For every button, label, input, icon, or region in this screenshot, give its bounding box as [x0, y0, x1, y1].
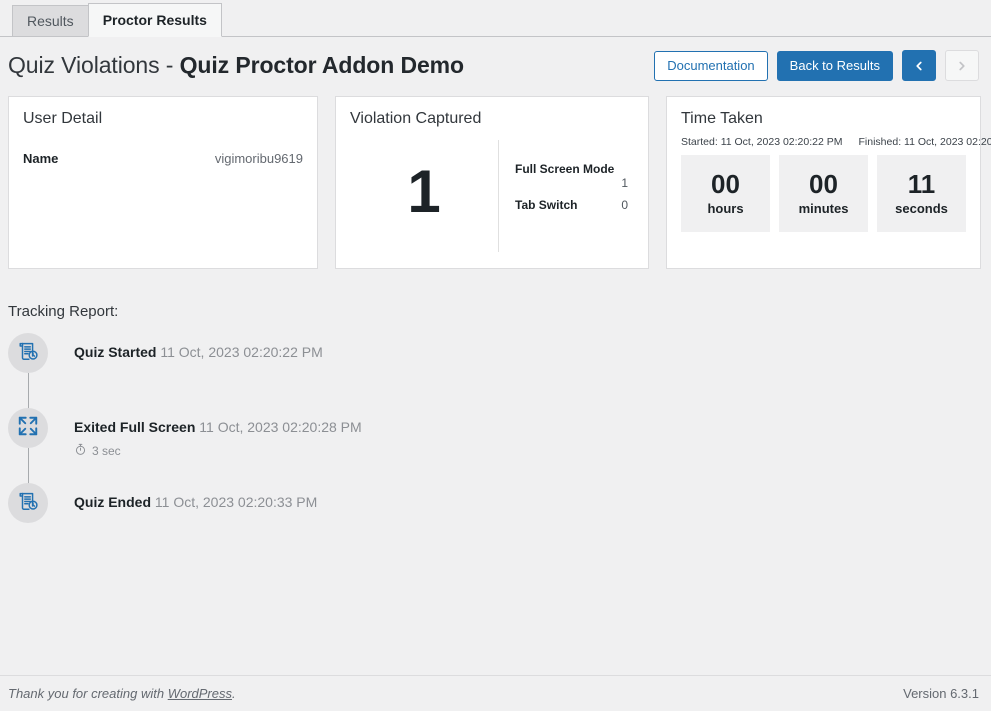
timeline-content: Quiz Started 11 Oct, 2023 02:20:22 PM	[48, 333, 323, 408]
timeline-duration-label: 3 sec	[92, 444, 121, 458]
violation-breakdown: Full Screen Mode 1 Tab Switch 0	[498, 139, 634, 252]
chevron-right-icon	[955, 59, 969, 73]
timeline-event-header: Quiz Started 11 Oct, 2023 02:20:22 PM	[74, 344, 323, 362]
timeline-event-header: Exited Full Screen 11 Oct, 2023 02:20:28…	[74, 419, 362, 437]
document-clock-icon	[17, 340, 39, 367]
user-detail-value: vigimoribu9619	[214, 150, 303, 166]
violation-value: 1	[621, 175, 628, 190]
time-segment-value: 00	[711, 169, 740, 200]
violation-label: Full Screen Mode	[515, 161, 615, 176]
time-segment-unit: hours	[707, 201, 744, 217]
footer-version: Version 6.3.1	[903, 686, 979, 701]
user-detail-label: Name	[23, 150, 59, 166]
timeline-event-title: Exited Full Screen	[74, 419, 196, 435]
time-taken-title: Time Taken	[681, 110, 763, 127]
time-taken-meta: Started: 11 Oct, 2023 02:20:22 PM Finish…	[681, 135, 991, 148]
timeline-event-title: Quiz Started	[74, 344, 157, 360]
timeline-event-time: 11 Oct, 2023 02:20:22 PM	[156, 344, 323, 360]
time-taken-segments: 00 hours 00 minutes 11 seconds	[681, 154, 966, 232]
violation-label: Tab Switch	[515, 197, 578, 212]
time-segment-minutes: 00 minutes	[779, 154, 868, 232]
page-header: Quiz Violations - Quiz Proctor Addon Dem…	[0, 37, 991, 94]
time-segment-seconds: 11 seconds	[877, 154, 966, 232]
timeline-item-quiz-ended: Quiz Ended 11 Oct, 2023 02:20:33 PM	[8, 483, 608, 533]
violation-value: 0	[621, 197, 628, 212]
timeline-content: Exited Full Screen 11 Oct, 2023 02:20:28…	[48, 408, 362, 483]
time-segment-value: 00	[809, 169, 838, 200]
footer-credit-prefix: Thank you for creating with	[8, 686, 168, 701]
timeline-event-time: 11 Oct, 2023 02:20:33 PM	[151, 494, 318, 510]
footer-credit: Thank you for creating with WordPress.	[8, 686, 236, 701]
fullscreen-expand-icon	[17, 415, 39, 442]
documentation-button[interactable]: Documentation	[654, 50, 768, 81]
page-title-prefix: Quiz Violations -	[8, 52, 180, 78]
violation-body: 1 Full Screen Mode 1 Tab Switch 0	[350, 139, 634, 252]
page-title: Quiz Violations - Quiz Proctor Addon Dem…	[8, 52, 464, 79]
chevron-left-icon	[912, 59, 926, 73]
document-clock-icon	[17, 490, 39, 517]
timeline-event-title: Quiz Ended	[74, 494, 151, 510]
next-result-button	[945, 50, 979, 81]
user-detail-row-name: Name vigimoribu9619	[23, 151, 303, 166]
back-to-results-button[interactable]: Back to Results	[776, 50, 893, 81]
timeline-marker	[8, 333, 48, 409]
violation-captured-title: Violation Captured	[350, 110, 482, 127]
timeline-item-quiz-started: Quiz Started 11 Oct, 2023 02:20:22 PM	[8, 333, 608, 409]
timeline-item-exited-full-screen: Exited Full Screen 11 Oct, 2023 02:20:28…	[8, 408, 608, 484]
user-detail-title: User Detail	[23, 110, 103, 127]
timeline-circle	[8, 333, 48, 373]
timeline-circle	[8, 483, 48, 523]
user-detail-card: User Detail Name vigimoribu9619	[8, 96, 318, 269]
footer-credit-suffix: .	[232, 686, 236, 701]
header-actions: Documentation Back to Results	[654, 50, 979, 81]
stopwatch-icon	[74, 443, 87, 459]
violation-row-full-screen-mode: Full Screen Mode 1	[515, 162, 628, 190]
timeline-marker	[8, 408, 48, 484]
timeline-content: Quiz Ended 11 Oct, 2023 02:20:33 PM	[48, 483, 317, 533]
tab-bar: Results Proctor Results	[0, 0, 991, 37]
violation-row-tab-switch: Tab Switch 0	[515, 198, 628, 212]
previous-result-button[interactable]	[902, 50, 936, 81]
tab-proctor-results[interactable]: Proctor Results	[87, 3, 222, 37]
timeline-event-duration: 3 sec	[74, 443, 362, 459]
time-segment-hours: 00 hours	[681, 154, 770, 232]
timeline-connector	[27, 448, 29, 484]
timeline-circle	[8, 408, 48, 448]
timeline-event-time: 11 Oct, 2023 02:20:28 PM	[195, 419, 362, 435]
page-title-quiz-name: Quiz Proctor Addon Demo	[179, 52, 464, 78]
summary-cards: User Detail Name vigimoribu9619 Violatio…	[8, 96, 991, 269]
tab-results[interactable]: Results	[12, 5, 89, 36]
timeline-marker	[8, 483, 48, 533]
timeline-connector	[27, 373, 29, 409]
violation-total-count: 1	[407, 157, 441, 225]
time-segment-unit: seconds	[895, 201, 948, 217]
time-started-label: Started: 11 Oct, 2023 02:20:22 PM	[681, 135, 843, 148]
time-finished-label: Finished: 11 Oct, 2023 02:20:33 PM	[858, 135, 991, 148]
tracking-report-heading: Tracking Report:	[8, 303, 119, 320]
footer: Thank you for creating with WordPress. V…	[0, 675, 991, 711]
wordpress-link[interactable]: WordPress	[168, 686, 232, 701]
violation-captured-card: Violation Captured 1 Full Screen Mode 1 …	[335, 96, 649, 269]
timeline-event-header: Quiz Ended 11 Oct, 2023 02:20:33 PM	[74, 494, 317, 512]
tracking-report-timeline: Quiz Started 11 Oct, 2023 02:20:22 PM Ex…	[8, 333, 608, 533]
time-segment-value: 11	[907, 169, 936, 200]
time-segment-unit: minutes	[798, 201, 849, 217]
time-taken-card: Time Taken Started: 11 Oct, 2023 02:20:2…	[666, 96, 991, 269]
